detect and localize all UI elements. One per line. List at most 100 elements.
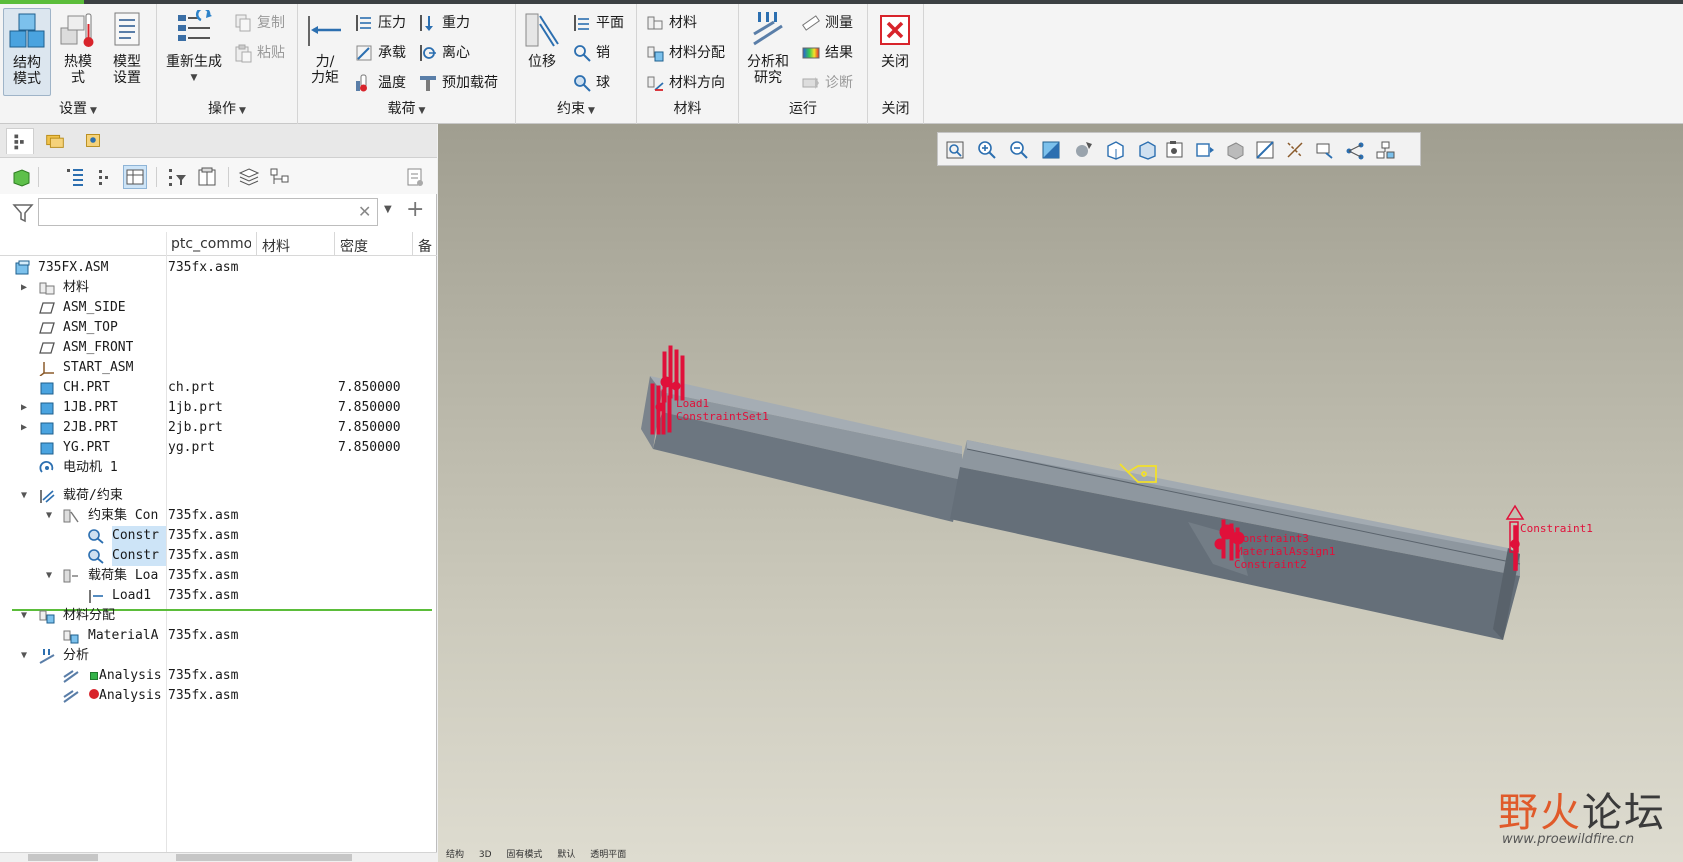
gravity-button[interactable]: 重力 bbox=[418, 12, 470, 34]
tree-row-load-set[interactable]: ▼ 载荷集 Loa 735fx.asm bbox=[0, 566, 437, 586]
annotation-display-icon[interactable] bbox=[1314, 139, 1336, 161]
zoom-fit-icon[interactable] bbox=[944, 139, 966, 161]
group-constraints-label[interactable]: 约束 ▼ bbox=[516, 98, 636, 118]
collapse-arrow-icon[interactable]: ▼ bbox=[17, 486, 31, 506]
tree-row-part[interactable]: ▶ 2JB.PRT 2jb.prt 7.850000 bbox=[0, 418, 437, 438]
plane-constraint-button[interactable]: 平面 bbox=[572, 12, 624, 34]
model-setup-button[interactable]: 模型 设置 bbox=[104, 8, 150, 96]
tree-row-material-assign[interactable]: MaterialA 735fx.asm bbox=[0, 626, 437, 646]
expand-arrow-icon[interactable]: ▶ bbox=[17, 278, 31, 298]
tree-row-analyses[interactable]: ▼ 分析 bbox=[0, 646, 437, 666]
perspective-icon[interactable] bbox=[1194, 139, 1216, 161]
clear-icon[interactable]: ✕ bbox=[358, 202, 371, 221]
tree-row-part[interactable]: ▶ 1JB.PRT 1jb.prt 7.850000 bbox=[0, 398, 437, 418]
tree-row-analysis[interactable]: Analysis 735fx.asm bbox=[0, 666, 437, 686]
tree-row-constraint-set[interactable]: ▼ 约束集 Con 735fx.asm bbox=[0, 506, 437, 526]
bearing-button[interactable]: 承载 bbox=[354, 42, 406, 64]
tree-columns-icon[interactable] bbox=[123, 165, 147, 189]
group-setup-label[interactable]: 设置 ▼ bbox=[0, 98, 156, 118]
tree-row-analysis[interactable]: Analysis 735fx.asm bbox=[0, 686, 437, 706]
filter-icon[interactable] bbox=[12, 202, 34, 224]
repaint-icon[interactable] bbox=[1072, 139, 1094, 161]
material-orientation-button[interactable]: 材料方向 bbox=[645, 72, 725, 94]
chevron-down-icon[interactable]: ▼ bbox=[384, 204, 392, 215]
collapse-arrow-icon[interactable]: ▼ bbox=[17, 646, 31, 666]
tab-folder-browser[interactable] bbox=[42, 128, 70, 154]
results-button[interactable]: 结果 bbox=[801, 42, 853, 64]
tab-model-tree[interactable] bbox=[6, 128, 34, 154]
refit-icon[interactable] bbox=[1040, 139, 1062, 161]
horizontal-scrollbar[interactable] bbox=[0, 852, 437, 862]
layers-icon[interactable] bbox=[238, 166, 260, 188]
layers-view-icon[interactable] bbox=[1224, 139, 1246, 161]
tree-row-constraint[interactable]: Constr 735fx.asm bbox=[0, 526, 437, 546]
tree-expand-icon[interactable] bbox=[64, 166, 86, 188]
preload-button[interactable]: 预加载荷 bbox=[418, 72, 498, 94]
tree-settings-icon[interactable] bbox=[196, 166, 218, 188]
tree-row-constraint[interactable]: Constr 735fx.asm bbox=[0, 546, 437, 566]
graphics-viewport[interactable]: Load1 ConstraintSet1 Constraint3 Materia… bbox=[438, 124, 1683, 862]
tree-row-coordinate-system[interactable]: START_ASM bbox=[0, 358, 437, 378]
pin-constraint-button[interactable]: 销 bbox=[572, 42, 610, 64]
column-material[interactable]: 材料 bbox=[262, 236, 290, 256]
tree-row-material-assignment[interactable]: ▼ 材料分配 bbox=[0, 606, 437, 626]
column-ptc-common[interactable]: ptc_common bbox=[171, 236, 251, 252]
tree-row-materials[interactable]: ▶ 材料 bbox=[0, 278, 437, 298]
datum-display-icon[interactable] bbox=[1284, 139, 1306, 161]
material-assignment-button[interactable]: 材料分配 bbox=[645, 42, 725, 64]
zoom-in-icon[interactable] bbox=[976, 139, 998, 161]
tree-row-assembly[interactable]: 735FX.ASM 735fx.asm bbox=[0, 258, 437, 278]
temperature-button[interactable]: 温度 bbox=[354, 72, 406, 94]
model-cube-icon[interactable] bbox=[10, 166, 32, 188]
close-button[interactable]: 关闭 bbox=[872, 8, 918, 96]
tree-row-datum-plane[interactable]: ASM_TOP bbox=[0, 318, 437, 338]
column-notes[interactable]: 备 bbox=[418, 236, 434, 256]
collapse-arrow-icon[interactable]: ▼ bbox=[17, 606, 31, 626]
tree-row-load[interactable]: Load1 735fx.asm bbox=[0, 586, 437, 606]
tree-row-motor[interactable]: 电动机 1 bbox=[0, 458, 437, 478]
diagnostics-button[interactable]: 诊断 bbox=[801, 72, 853, 94]
spin-center-icon[interactable] bbox=[1344, 139, 1366, 161]
tree-filter-icon[interactable] bbox=[166, 166, 188, 188]
analyses-studies-button[interactable]: 分析和 研究 bbox=[743, 8, 793, 96]
force-moment-button[interactable]: 力/ 力矩 bbox=[302, 8, 348, 96]
regenerate-button[interactable]: 重新生成 ▼ bbox=[161, 8, 227, 96]
tree-collapse-icon[interactable] bbox=[94, 166, 116, 188]
thermal-mode-button[interactable]: 热模 式 bbox=[55, 8, 101, 96]
tree-row-part[interactable]: YG.PRT yg.prt 7.850000 bbox=[0, 438, 437, 458]
measure-button[interactable]: 测量 bbox=[801, 12, 853, 34]
expand-arrow-icon[interactable]: ▶ bbox=[17, 398, 31, 418]
saved-orientations-icon[interactable] bbox=[1136, 139, 1158, 161]
expand-arrow-icon[interactable]: ▶ bbox=[17, 418, 31, 438]
scrollbar-thumb[interactable] bbox=[28, 854, 98, 861]
tree-row-datum-plane[interactable]: ASM_SIDE bbox=[0, 298, 437, 318]
model-scene[interactable]: Load1 ConstraintSet1 Constraint3 Materia… bbox=[438, 124, 1683, 862]
tree-search-input[interactable] bbox=[38, 198, 378, 226]
copy-button[interactable]: 复制 bbox=[233, 12, 285, 34]
section-icon[interactable] bbox=[1254, 139, 1276, 161]
tree-row-loads-constraints[interactable]: ▼ 载荷/约束 bbox=[0, 486, 437, 506]
simulation-display-icon[interactable] bbox=[1374, 139, 1396, 161]
paste-button[interactable]: 粘贴 bbox=[233, 42, 285, 64]
material-button[interactable]: 材料 bbox=[645, 12, 697, 34]
ball-constraint-button[interactable]: 球 bbox=[572, 72, 610, 94]
displacement-button[interactable]: 位移 bbox=[520, 8, 564, 96]
collapse-arrow-icon[interactable]: ▼ bbox=[42, 506, 56, 526]
scrollbar-thumb[interactable] bbox=[176, 854, 352, 861]
display-style-icon[interactable] bbox=[1104, 139, 1126, 161]
show-details-icon[interactable] bbox=[404, 166, 426, 188]
hierarchy-icon[interactable] bbox=[268, 166, 290, 188]
view-manager-icon[interactable] bbox=[1164, 139, 1186, 161]
tab-favorites[interactable] bbox=[80, 128, 108, 154]
structure-mode-button[interactable]: 结构 模式 bbox=[3, 8, 51, 96]
collapse-arrow-icon[interactable]: ▼ bbox=[42, 566, 56, 586]
column-density[interactable]: 密度 bbox=[340, 236, 368, 256]
group-loads-label[interactable]: 载荷 ▼ bbox=[298, 98, 515, 118]
add-icon[interactable]: + bbox=[406, 197, 424, 222]
pressure-button[interactable]: 压力 bbox=[354, 12, 406, 34]
group-operations-label[interactable]: 操作 ▼ bbox=[157, 98, 297, 118]
tree-row-part[interactable]: CH.PRT ch.prt 7.850000 bbox=[0, 378, 437, 398]
centrifugal-button[interactable]: 离心 bbox=[418, 42, 470, 64]
tree-row-datum-plane[interactable]: ASM_FRONT bbox=[0, 338, 437, 358]
zoom-out-icon[interactable] bbox=[1008, 139, 1030, 161]
